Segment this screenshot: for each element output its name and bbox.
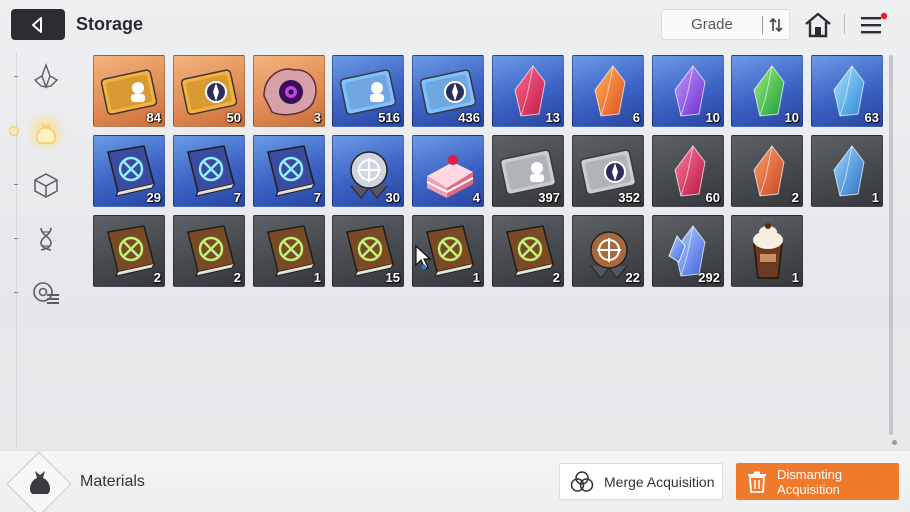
item-slot-blue-ticket-compass[interactable]: 436 — [412, 55, 484, 127]
nav-item-crystal[interactable] — [30, 60, 62, 92]
item-slot-blue-book-swords[interactable]: 29 — [93, 135, 165, 207]
item-slot-silver-medal[interactable]: 30 — [332, 135, 404, 207]
home-icon[interactable] — [803, 11, 833, 39]
scroll-indicator — [892, 440, 897, 445]
item-quantity: 7 — [313, 190, 321, 205]
nav-tick — [14, 238, 18, 239]
item-slot-brown-book-globe[interactable]: 2 — [492, 215, 564, 287]
item-quantity: 6 — [632, 110, 640, 125]
nav-rail — [16, 52, 17, 448]
nav-tick — [14, 184, 18, 185]
item-quantity: 397 — [538, 190, 560, 205]
top-divider — [844, 14, 845, 34]
item-quantity: 1 — [472, 270, 480, 285]
item-slot-brown-book-eye[interactable]: 1 — [253, 215, 325, 287]
trash-icon — [736, 471, 777, 493]
item-quantity: 3 — [313, 110, 321, 125]
item-quantity: 63 — [864, 110, 879, 125]
mouse-cursor-icon — [415, 245, 431, 270]
merge-icon — [560, 469, 604, 495]
item-quantity: 10 — [705, 110, 720, 125]
nav-item-cube[interactable] — [30, 169, 62, 201]
notification-dot — [880, 12, 888, 20]
item-slot-red-crystal[interactable]: 13 — [492, 55, 564, 127]
nav-tick — [14, 292, 18, 293]
item-slot-brown-book-wing[interactable]: 15 — [332, 215, 404, 287]
item-slot-brown-book-shield[interactable]: 2 — [173, 215, 245, 287]
item-quantity: 2 — [791, 190, 799, 205]
nav-item-materials[interactable] — [30, 116, 62, 148]
item-quantity: 516 — [378, 110, 400, 125]
dismantling-acquisition-label: Dismanting Acquisition — [777, 466, 843, 497]
item-quantity: 84 — [146, 110, 161, 125]
item-quantity: 60 — [705, 190, 720, 205]
item-slot-blue-ticket-bust[interactable]: 516 — [332, 55, 404, 127]
item-slot-gray-ticket-bust[interactable]: 397 — [492, 135, 564, 207]
crystal-icon — [33, 62, 59, 90]
dismantling-acquisition-button[interactable]: Dismanting Acquisition — [736, 463, 899, 500]
item-slot-green-crystal[interactable]: 10 — [731, 55, 803, 127]
item-slot-gold-ticket-compass[interactable]: 50 — [173, 55, 245, 127]
item-slot-dim-red-crystal[interactable]: 60 — [652, 135, 724, 207]
item-quantity: 22 — [625, 270, 640, 285]
item-quantity: 30 — [385, 190, 400, 205]
item-quantity: 2 — [233, 270, 241, 285]
item-slot-blue-crystal-cluster[interactable]: 292 — [652, 215, 724, 287]
item-quantity: 7 — [233, 190, 241, 205]
item-slot-dim-cyan-crystal[interactable]: 1 — [811, 135, 883, 207]
sort-label: Grade — [691, 16, 733, 33]
item-slot-gray-ticket-compass[interactable]: 352 — [572, 135, 644, 207]
item-slot-blue-book-slash[interactable]: 7 — [253, 135, 325, 207]
item-quantity: 15 — [385, 270, 400, 285]
page-title: Storage — [76, 14, 144, 34]
item-quantity: 1 — [791, 270, 799, 285]
pouch-icon — [36, 122, 56, 144]
item-quantity: 1 — [313, 270, 321, 285]
item-quantity: 2 — [552, 270, 560, 285]
item-quantity: 4 — [472, 190, 480, 205]
item-slot-dim-orange-crystal[interactable]: 2 — [731, 135, 803, 207]
back-arrow-icon — [32, 16, 42, 33]
nav-tick — [14, 76, 18, 77]
item-quantity: 1 — [871, 190, 879, 205]
scrollbar[interactable] — [889, 55, 893, 435]
merge-acquisition-button[interactable]: Merge Acquisition — [559, 463, 723, 500]
sort-dropdown[interactable]: Grade — [661, 9, 790, 40]
item-slot-cake[interactable]: 4 — [412, 135, 484, 207]
item-slot-chocolate-drink[interactable]: 1 — [731, 215, 803, 287]
nav-item-dna[interactable] — [30, 223, 62, 255]
nav-item-gear-list[interactable] — [30, 277, 62, 309]
sort-order-icon[interactable] — [763, 17, 789, 33]
item-quantity: 10 — [784, 110, 799, 125]
category-label: Materials — [80, 473, 145, 490]
item-quantity: 13 — [545, 110, 560, 125]
item-quantity: 29 — [146, 190, 161, 205]
cube-icon — [34, 173, 58, 198]
item-slot-purple-eye-ore[interactable]: 3 — [253, 55, 325, 127]
gear-list-icon — [33, 282, 59, 304]
item-quantity: 2 — [153, 270, 161, 285]
item-quantity: 436 — [458, 110, 480, 125]
dna-icon — [40, 227, 52, 251]
back-button[interactable] — [11, 9, 65, 40]
item-quantity: 292 — [698, 270, 720, 285]
item-slot-purple-crystal[interactable]: 10 — [652, 55, 724, 127]
item-slot-cyan-crystal[interactable]: 63 — [811, 55, 883, 127]
menu-icon[interactable] — [858, 11, 888, 39]
item-quantity: 352 — [618, 190, 640, 205]
item-slot-gold-ticket-bust[interactable]: 84 — [93, 55, 165, 127]
pouch-icon — [29, 471, 51, 494]
item-quantity: 50 — [226, 110, 241, 125]
nav-active-indicator — [9, 126, 19, 136]
item-slot-blue-book-shield[interactable]: 7 — [173, 135, 245, 207]
item-slot-orange-crystal[interactable]: 6 — [572, 55, 644, 127]
item-slot-bronze-medal[interactable]: 22 — [572, 215, 644, 287]
merge-acquisition-label: Merge Acquisition — [604, 473, 715, 490]
item-slot-brown-book-swords[interactable]: 2 — [93, 215, 165, 287]
